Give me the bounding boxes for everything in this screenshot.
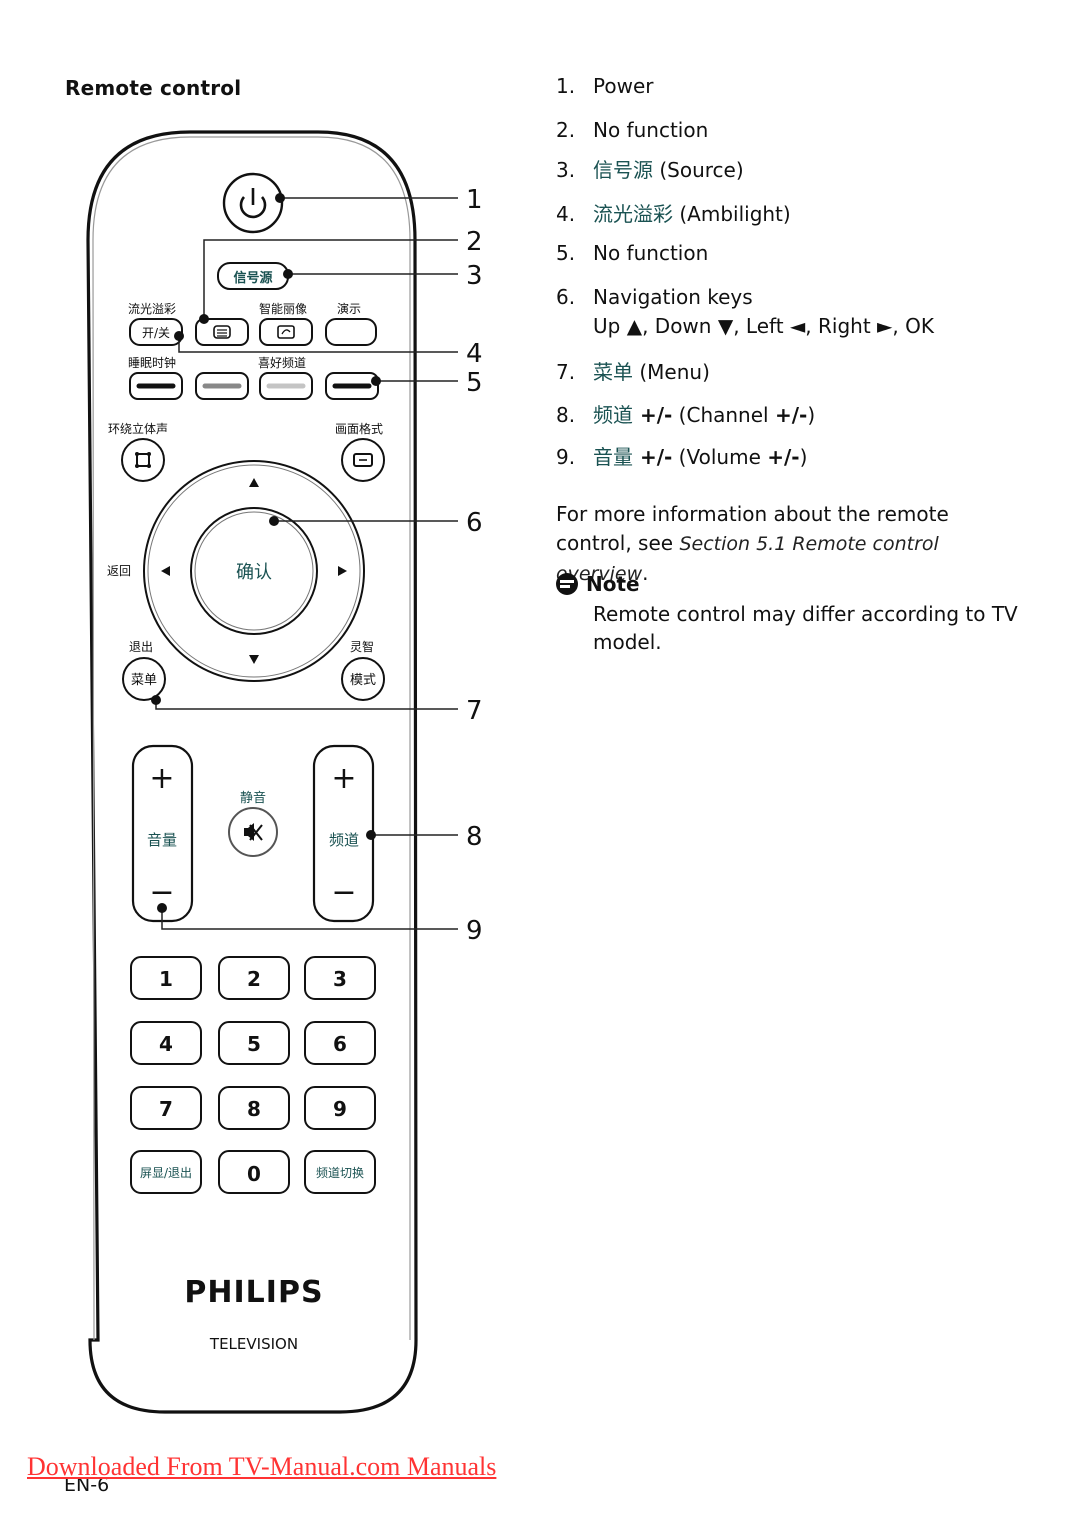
key-0[interactable]: 0 [218,1150,290,1194]
key-9[interactable]: 9 [304,1086,376,1130]
color-key-2[interactable] [195,372,249,400]
callout-number-4: 4 [466,339,483,369]
legend-item: 6. Navigation keys [556,285,753,309]
volume-up: + [149,761,174,796]
legend-item: 8. 频道 +/- (Channel +/-) [556,403,816,427]
favorite-channels-label: 喜好频道 [258,356,306,370]
svg-text:2: 2 [247,967,261,991]
key-3[interactable]: 3 [304,956,376,1000]
smart-picture-button[interactable] [259,318,313,346]
mute-button[interactable] [228,807,278,857]
svg-text:确认: 确认 [236,562,272,583]
color-key-1[interactable] [129,372,183,400]
color-key-4[interactable] [325,372,379,400]
legend-item: 7. 菜单 (Menu) [556,360,710,384]
key-1[interactable]: 1 [130,956,202,1000]
svg-text:6: 6 [333,1032,347,1056]
key-6[interactable]: 6 [304,1021,376,1065]
osd-exit-button[interactable]: 屏显/退出 [130,1150,202,1194]
key-4[interactable]: 4 [130,1021,202,1065]
picture-format-button[interactable] [341,438,385,482]
mute-label: 静音 [240,790,266,806]
key-5[interactable]: 5 [218,1021,290,1065]
svg-text:屏显/退出: 屏显/退出 [140,1166,192,1180]
brand-subtitle: TELEVISION [209,1335,298,1353]
sleep-timer-label: 睡眠时钟 [128,355,176,370]
legend-item: 1. Power [556,74,654,98]
callout-number-9: 9 [466,916,483,946]
remote-control-diagram: 信号源 流光溢彩 智能丽像 演示 开/关 睡眠时钟 喜好频道 环绕立体声 画面格… [86,130,483,1414]
callout-number-8: 8 [466,822,483,852]
legend-item: 9. 音量 +/- (Volume +/-) [556,445,808,469]
legend-item: 3. 信号源 (Source) [556,158,744,182]
svg-text:信号源: 信号源 [233,270,272,286]
channel-rocker[interactable]: + 频道 − [312,744,375,923]
picture-format-label: 画面格式 [335,421,383,436]
callout-number-7: 7 [466,696,483,726]
svg-text:1: 1 [159,967,173,991]
back-label: 返回 [107,564,131,578]
channel-down: − [331,875,356,910]
ambilight-toggle-button[interactable]: 开/关 [129,318,183,346]
demo-label: 演示 [337,301,361,316]
download-link[interactable]: Downloaded From TV-Manual.com Manuals [27,1452,496,1482]
key-2[interactable]: 2 [218,956,290,1000]
channel-switch-button[interactable]: 频道切换 [304,1150,376,1194]
svg-text:8: 8 [247,1097,261,1121]
key-7[interactable]: 7 [130,1086,202,1130]
legend-item: 4. 流光溢彩 (Ambilight) [556,202,791,226]
legend-item: 2. No function [556,118,709,142]
source-button[interactable]: 信号源 [217,262,289,290]
channel-up: + [331,761,356,796]
navigation-detail: Up ▲, Down ▼, Left ◄, Right ►, OK [593,314,934,338]
svg-text:3: 3 [333,967,347,991]
callout-number-6: 6 [466,508,483,538]
svg-text:模式: 模式 [350,673,376,688]
svg-text:开/关: 开/关 [142,326,170,340]
volume-rocker[interactable]: + 音量 − [131,744,194,923]
power-button[interactable] [222,172,284,234]
menu-button[interactable]: 菜单 [122,657,166,701]
svg-text:频道切换: 频道切换 [316,1166,364,1180]
note-icon [556,573,578,595]
surround-button[interactable] [121,438,165,482]
brand-logo: PHILIPS [184,1275,323,1310]
callout-number-1: 1 [466,185,483,215]
smart-label: 灵智 [350,639,374,654]
color-key-3[interactable] [259,372,313,400]
svg-text:9: 9 [333,1097,347,1121]
svg-text:0: 0 [247,1162,261,1186]
mode-button[interactable]: 模式 [341,657,385,701]
svg-text:菜单: 菜单 [131,673,157,688]
smart-picture-label: 智能丽像 [259,301,307,316]
svg-text:7: 7 [159,1097,173,1121]
demo-button[interactable] [325,318,377,346]
ok-button[interactable]: 确认 [190,507,318,635]
note-title: Note [556,572,640,596]
surround-label: 环绕立体声 [108,421,168,436]
ambilight-label: 流光溢彩 [128,302,176,316]
callout-number-3: 3 [466,261,483,291]
svg-text:5: 5 [247,1032,261,1056]
legend-item: 5. No function [556,241,709,265]
exit-label: 退出 [129,640,153,654]
callout-number-2: 2 [466,227,483,257]
svg-text:4: 4 [159,1032,173,1056]
channel-label: 频道 [329,831,359,849]
note-body: Remote control may differ according to T… [593,602,1018,654]
key-8[interactable]: 8 [218,1086,290,1130]
volume-label: 音量 [147,831,177,849]
callout-number-5: 5 [466,368,483,398]
